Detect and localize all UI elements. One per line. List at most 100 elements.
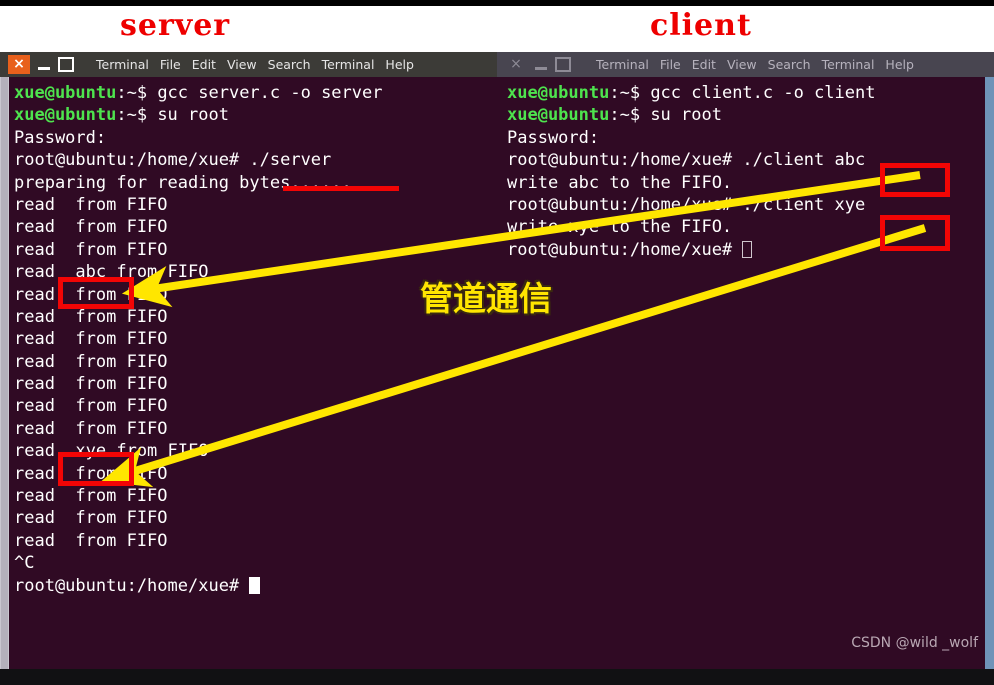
terminal-line-text: read from FIFO — [14, 486, 168, 507]
titlebar-client[interactable]: × Terminal File Edit View Search Termina… — [497, 52, 994, 77]
terminal-window-server[interactable]: × Terminal File Edit View Search Termina… — [0, 52, 497, 669]
maximize-icon[interactable] — [555, 55, 571, 74]
scrollbar-thumb[interactable] — [1, 77, 8, 669]
terminal-line-text: read from FIFO — [14, 194, 168, 215]
terminal-cursor — [742, 240, 753, 258]
terminal-line: Password: — [507, 127, 875, 149]
menu-item-search[interactable]: Search — [268, 57, 311, 72]
menu-item-search[interactable]: Search — [768, 57, 811, 72]
terminal-line-text: read from FIFO — [14, 508, 168, 529]
close-icon[interactable]: × — [8, 54, 30, 74]
terminal-output-client: xue@ubuntu:~$ gcc client.c -o client xue@… — [507, 82, 875, 261]
terminal-line-text: root@ubuntu:/home/xue# ./client abc — [507, 150, 866, 171]
terminal-line-text: root@ubuntu:/home/xue# ./server — [14, 150, 332, 171]
close-icon[interactable]: × — [505, 55, 527, 74]
terminal-line: root@ubuntu:/home/xue# ./server — [14, 149, 382, 171]
terminal-line-text: root@ubuntu:/home/xue# ./client xye — [507, 194, 866, 215]
bottom-black-strip — [0, 669, 994, 685]
terminal-cursor — [249, 576, 261, 594]
menu-item-file[interactable]: File — [160, 57, 181, 72]
menu-item-terminal-2[interactable]: Terminal — [822, 57, 875, 72]
terminal-line: write abc to the FIFO. — [507, 172, 875, 194]
terminal-line-text: Password: — [14, 127, 107, 148]
terminal-line: read from FIFO — [14, 351, 382, 373]
terminal-line: read from FIFO — [14, 530, 382, 552]
shell-prompt-user: xue@ubuntu — [507, 83, 610, 103]
watermark: CSDN @wild _wolf — [851, 635, 978, 651]
caption-server: server — [120, 8, 231, 43]
shell-prompt-sep: :~$ — [116, 83, 158, 103]
terminal-line-text: read from FIFO — [14, 396, 168, 417]
menu-item-terminal-2[interactable]: Terminal — [322, 57, 375, 72]
menu-item-edit[interactable]: Edit — [192, 57, 216, 72]
terminal-line: read from FIFO — [14, 507, 382, 529]
window-controls-server: × — [8, 54, 74, 74]
menu-item-view[interactable]: View — [227, 57, 257, 72]
terminal-line: read from FIFO — [14, 216, 382, 238]
terminal-line-text: su root — [650, 105, 722, 126]
minimize-icon[interactable] — [534, 55, 548, 74]
terminal-screen-server[interactable]: xue@ubuntu:~$ gcc server.c -o server xue@… — [0, 77, 497, 669]
terminal-line-text: read from FIFO — [14, 284, 168, 305]
terminal-line: read from FIFO — [14, 194, 382, 216]
terminal-line: xue@ubuntu:~$ gcc client.c -o client — [507, 82, 875, 104]
terminal-line-text: read from FIFO — [14, 374, 168, 395]
terminal-line: read from FIFO — [14, 463, 382, 485]
terminal-line-text: write abc to the FIFO. — [507, 172, 733, 193]
terminal-line-text: read from FIFO — [14, 418, 168, 439]
terminal-line-text: root@ubuntu:/home/xue# — [507, 239, 743, 260]
terminal-line: root@ubuntu:/home/xue# ./client abc — [507, 149, 875, 171]
menu-item-terminal[interactable]: Terminal — [96, 57, 149, 72]
terminal-line: read from FIFO — [14, 418, 382, 440]
terminal-line: root@ubuntu:/home/xue# — [507, 239, 875, 261]
terminal-line-text: gcc client.c -o client — [650, 83, 876, 103]
terminal-line-text: write xye to the FIFO. — [507, 217, 733, 238]
shell-prompt-user: xue@ubuntu — [14, 105, 117, 126]
terminal-line-text: Password: — [507, 127, 600, 148]
minimize-icon[interactable] — [37, 55, 51, 74]
terminal-line-text: root@ubuntu:/home/xue# — [14, 575, 250, 596]
scrollbar-client[interactable] — [985, 77, 994, 669]
screenshot-root: server client × Terminal File Edit View … — [0, 0, 994, 685]
terminal-line-text: preparing for reading bytes...... — [14, 172, 352, 193]
menu-item-help[interactable]: Help — [385, 57, 414, 72]
terminal-line: root@ubuntu:/home/xue# ./client xye — [507, 194, 875, 216]
terminal-line: preparing for reading bytes...... — [14, 172, 382, 194]
terminal-line: read from FIFO — [14, 328, 382, 350]
titlebar-server[interactable]: × Terminal File Edit View Search Termina… — [0, 52, 497, 77]
terminal-line: xue@ubuntu:~$ su root — [507, 104, 875, 126]
menubar-client: Terminal File Edit View Search Terminal … — [596, 52, 914, 77]
shell-prompt-sep: :~$ — [609, 105, 651, 126]
terminal-line-text: gcc server.c -o server — [157, 83, 383, 103]
menu-item-view[interactable]: View — [727, 57, 757, 72]
terminal-line: write xye to the FIFO. — [507, 216, 875, 238]
terminal-line: ^C — [14, 552, 382, 574]
menu-item-file[interactable]: File — [660, 57, 681, 72]
terminal-window-client[interactable]: × Terminal File Edit View Search Termina… — [497, 52, 994, 669]
maximize-icon[interactable] — [58, 55, 74, 74]
terminal-line-text: ^C — [14, 553, 35, 574]
terminal-line-text: read abc from FIFO — [14, 262, 209, 283]
top-black-strip — [0, 0, 994, 6]
menu-item-terminal[interactable]: Terminal — [596, 57, 649, 72]
caption-client: client — [650, 8, 752, 43]
terminal-line: xue@ubuntu:~$ gcc server.c -o server — [14, 82, 382, 104]
terminal-line: read from FIFO — [14, 306, 382, 328]
menubar-server: Terminal File Edit View Search Terminal … — [96, 52, 414, 77]
window-controls-client: × — [505, 54, 571, 74]
menu-item-edit[interactable]: Edit — [692, 57, 716, 72]
terminal-line: read from FIFO — [14, 485, 382, 507]
terminal-line-text: su root — [157, 105, 229, 126]
shell-prompt-sep: :~$ — [609, 83, 651, 103]
terminal-line: read xye from FIFO — [14, 440, 382, 462]
shell-prompt-user: xue@ubuntu — [14, 83, 117, 103]
terminal-line-text: read from FIFO — [14, 217, 168, 238]
terminal-screen-client[interactable]: xue@ubuntu:~$ gcc client.c -o client xue@… — [497, 77, 994, 669]
terminal-line-text: read from FIFO — [14, 463, 168, 484]
terminal-line: read abc from FIFO — [14, 261, 382, 283]
scrollbar-server[interactable] — [0, 77, 9, 669]
menu-item-help[interactable]: Help — [885, 57, 914, 72]
terminal-output-server: xue@ubuntu:~$ gcc server.c -o server xue@… — [14, 82, 382, 597]
scrollbar-thumb[interactable] — [985, 77, 994, 669]
terminal-line: read from FIFO — [14, 239, 382, 261]
